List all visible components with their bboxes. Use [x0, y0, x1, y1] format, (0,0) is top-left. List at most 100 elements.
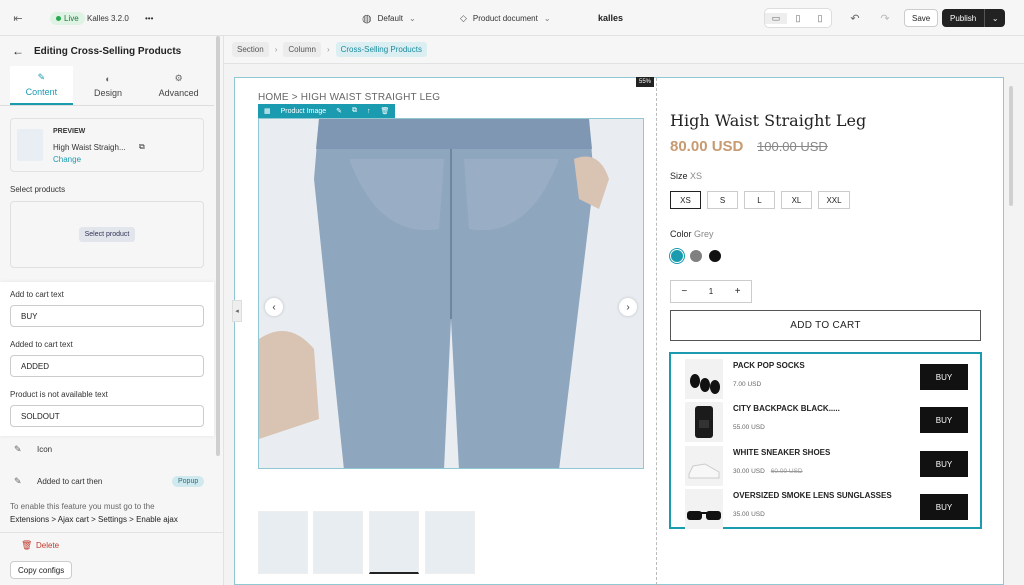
page-selector[interactable]: ◍ Default ⌄ [362, 0, 416, 36]
size-label-text: Size [670, 171, 688, 181]
size-option-xl[interactable]: XL [781, 191, 812, 209]
duplicate-icon[interactable]: ⧉ [352, 107, 357, 115]
chevron-right-icon[interactable]: › [619, 298, 637, 316]
breadcrumb-section[interactable]: Section [232, 42, 269, 57]
page-selector-label: Default [377, 13, 403, 23]
not-available-text-input[interactable]: SOLDOUT [10, 405, 204, 427]
list-item: CITY BACKPACK BLACK..... 55.00 USD BUY [685, 402, 975, 442]
tab-label: Advanced [158, 88, 199, 98]
gear-icon: ⚙ [174, 73, 183, 83]
live-badge: Live [50, 11, 85, 25]
change-link[interactable]: Change [53, 155, 81, 164]
qty-value[interactable]: 1 [698, 287, 725, 296]
desktop-icon[interactable]: ▭ [765, 12, 787, 24]
sidebar-scrollbar[interactable] [216, 36, 220, 456]
product-image-tool-label: Product Image [280, 107, 327, 115]
size-option-xs[interactable]: XS [670, 191, 701, 209]
add-to-cart-text-input[interactable]: BUY [10, 305, 204, 327]
chevron-down-icon[interactable]: ⌄ [985, 14, 1005, 23]
column-width-badge: 55% [636, 77, 655, 87]
palette-icon: ◐ [105, 73, 111, 84]
chevron-right-icon: › [326, 45, 330, 54]
tab-design[interactable]: ◐ Design [73, 66, 144, 105]
icon-setting-label[interactable]: Icon [37, 445, 52, 454]
mobile-icon[interactable]: ▯ [809, 13, 831, 24]
sidebar-divider [0, 532, 223, 533]
color-label: Color Grey [670, 229, 714, 239]
color-swatch-black[interactable] [709, 250, 721, 262]
qty-minus-button[interactable]: − [671, 286, 698, 297]
added-to-cart-text-label: Added to cart text [10, 340, 73, 349]
canvas-scrollbar[interactable] [1009, 86, 1013, 206]
gallery-thumb[interactable] [369, 511, 419, 574]
settings-tabs: ✎ Content ◐ Design ⚙ Advanced [0, 66, 214, 106]
ajax-note-line1: To enable this feature you must go to th… [10, 502, 155, 511]
breadcrumb-column[interactable]: Column [283, 42, 321, 57]
cross-item-name[interactable]: PACK POP SOCKS [733, 361, 805, 370]
trash-icon[interactable]: 🗑 [21, 540, 32, 551]
color-swatch-grey[interactable] [690, 250, 702, 262]
cross-item-price: 35.00 USD [733, 511, 765, 518]
cross-item-price: 30.00 USD 60.00 USD [733, 468, 803, 475]
trash-icon[interactable]: 🗑 [381, 107, 390, 115]
not-available-text-label: Product is not available text [10, 390, 108, 399]
buy-button[interactable]: BUY [920, 451, 968, 477]
more-menu-icon[interactable]: ••• [145, 14, 153, 23]
cross-item-name[interactable]: OVERSIZED SMOKE LENS SUNGLASSES [733, 491, 892, 500]
buy-button[interactable]: BUY [920, 494, 968, 520]
added-to-cart-then-label[interactable]: Added to cart then [37, 477, 102, 486]
select-product-button[interactable]: Select product [78, 227, 136, 242]
size-option-s[interactable]: S [707, 191, 738, 209]
added-to-cart-text-input[interactable]: ADDED [10, 355, 204, 377]
buy-button[interactable]: BUY [920, 407, 968, 433]
save-button[interactable]: Save [904, 9, 939, 27]
pencil-icon[interactable]: ✎ [14, 444, 22, 455]
color-swatch-teal[interactable] [671, 250, 683, 262]
cross-item-name[interactable]: CITY BACKPACK BLACK..... [733, 404, 840, 413]
delete-button[interactable]: Delete [36, 541, 59, 550]
template-selector[interactable]: ◇ Product document ⌄ [460, 0, 551, 36]
add-to-cart-button[interactable]: ADD TO CART [670, 310, 981, 341]
qty-plus-button[interactable]: + [724, 286, 751, 297]
chevron-right-icon: › [274, 45, 278, 54]
live-text: Live [64, 13, 79, 23]
tab-advanced[interactable]: ⚙ Advanced [143, 66, 214, 105]
size-option-l[interactable]: L [744, 191, 775, 209]
breadcrumb-cross-selling[interactable]: Cross-Selling Products [335, 42, 427, 57]
product-breadcrumb[interactable]: HOME > HIGH WAIST STRAIGHT LEG [258, 92, 440, 103]
product-main-image: ‹ › [258, 118, 644, 469]
size-option-xxl[interactable]: XXL [818, 191, 850, 209]
pencil-icon[interactable]: ✎ [336, 107, 342, 115]
settings-sidebar: ← Editing Cross-Selling Products ✎ Conten… [0, 36, 224, 585]
collapse-sidebar-handle[interactable]: ◂ [232, 300, 242, 322]
socks-thumbnail [685, 359, 723, 399]
undo-icon[interactable]: ↶ [845, 9, 865, 27]
exit-icon[interactable]: ⇤ [8, 9, 28, 27]
publish-button[interactable]: Publish ⌄ [942, 9, 1006, 27]
gallery-thumb[interactable] [258, 511, 308, 574]
grid-icon: ▦ [264, 108, 271, 115]
copy-configs-button[interactable]: Copy configs [10, 561, 73, 579]
arrow-up-icon[interactable]: ↑ [367, 108, 371, 115]
template-selector-label: Product document [472, 13, 538, 23]
product-image-toolbar: ▦ Product Image ✎ ⧉ ↑ 🗑 [258, 104, 396, 118]
pencil-icon[interactable]: ✎ [14, 476, 22, 487]
tablet-icon[interactable]: ▯ [787, 13, 809, 24]
external-link-icon[interactable]: ⧉ [139, 142, 145, 152]
chevron-left-icon[interactable]: ‹ [265, 298, 283, 316]
list-item: OVERSIZED SMOKE LENS SUNGLASSES 35.00 US… [685, 489, 975, 529]
size-label: Size XS [670, 171, 702, 181]
jeans-illustration [259, 119, 643, 468]
preview-label: PREVIEW [53, 128, 86, 135]
gallery-thumb[interactable] [313, 511, 363, 574]
select-products-label: Select products [10, 185, 66, 194]
cross-item-name[interactable]: WHITE SNEAKER SHOES [733, 448, 830, 457]
gallery-thumb[interactable] [425, 511, 475, 574]
tab-content[interactable]: ✎ Content [10, 66, 73, 105]
redo-icon[interactable]: ↷ [875, 9, 895, 27]
back-arrow-icon[interactable]: ← [12, 44, 24, 58]
buy-button[interactable]: BUY [920, 364, 968, 390]
popup-badge[interactable]: Popup [172, 476, 205, 487]
tag-icon: ◇ [460, 12, 467, 23]
column-divider [656, 78, 657, 585]
